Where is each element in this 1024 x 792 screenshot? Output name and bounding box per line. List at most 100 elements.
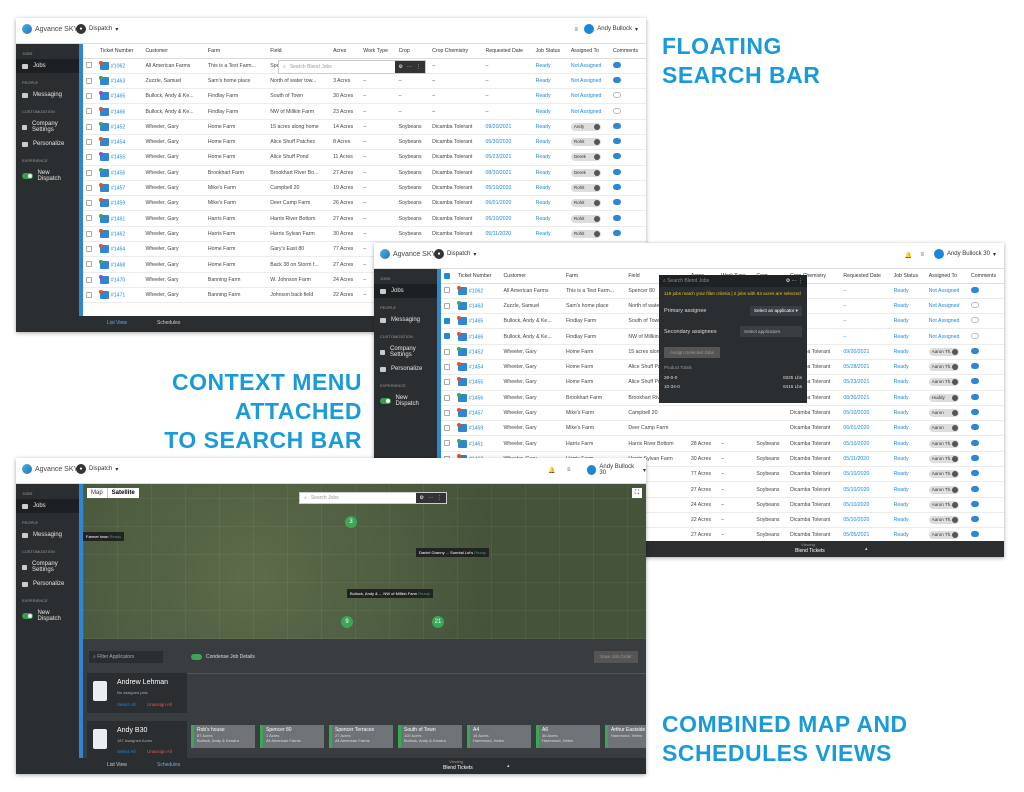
comment-icon[interactable] bbox=[971, 409, 980, 416]
row-checkbox-cell[interactable] bbox=[83, 149, 97, 166]
column-header[interactable]: Customer bbox=[142, 44, 205, 59]
list-view-tab[interactable]: List View bbox=[107, 320, 127, 326]
comment-icon[interactable] bbox=[971, 301, 980, 308]
table-row[interactable]: #1452 Wheeler, Gary Home Farm 15 acres alon… bbox=[83, 119, 646, 135]
new-dispatch-toggle[interactable]: New Dispatch bbox=[16, 606, 79, 626]
user-menu[interactable]: Andy Bullock 30 ▾ bbox=[587, 464, 646, 476]
comment-icon[interactable] bbox=[613, 153, 622, 160]
comment-icon[interactable] bbox=[971, 439, 980, 446]
row-checkbox-cell[interactable] bbox=[83, 180, 97, 197]
table-row[interactable]: #1462 Wheeler, Gary Harris Farm Harris Sylv… bbox=[83, 226, 646, 243]
row-checkbox-cell[interactable] bbox=[83, 88, 97, 105]
assignee-pill[interactable]: Aaron Th... bbox=[928, 500, 959, 509]
chevron-up-icon[interactable]: ▴ bbox=[507, 763, 510, 769]
row-checkbox-cell[interactable] bbox=[441, 405, 455, 422]
map-job-label[interactable]: Farmer town Ready bbox=[83, 532, 125, 541]
ticket-link[interactable]: #1464 bbox=[111, 247, 125, 253]
ticket-link[interactable]: #1455 bbox=[469, 380, 483, 386]
assigned-to[interactable]: Not Assigned bbox=[929, 318, 960, 324]
tab-satellite[interactable]: Satellite bbox=[106, 488, 139, 498]
comments-cell[interactable] bbox=[610, 119, 646, 135]
row-checkbox-cell[interactable] bbox=[83, 241, 97, 258]
checkbox[interactable] bbox=[444, 425, 450, 432]
ticket-link[interactable]: #1463 bbox=[111, 78, 125, 84]
ticket-link[interactable]: #1468 bbox=[111, 262, 125, 268]
assignee-pill[interactable]: Rohit bbox=[570, 214, 601, 223]
comments-cell[interactable] bbox=[968, 497, 1004, 513]
column-header[interactable]: Requested Date bbox=[840, 269, 891, 284]
menu-icon[interactable]: ≡ bbox=[920, 252, 924, 258]
checkbox[interactable] bbox=[86, 184, 92, 191]
assignee-pill[interactable]: Aaron bbox=[928, 424, 959, 433]
primary-assignee-select[interactable]: Select an applicator ▾ bbox=[750, 306, 802, 316]
row-checkbox-cell[interactable] bbox=[83, 195, 97, 212]
ticket-link[interactable]: #1470 bbox=[111, 277, 125, 283]
comment-icon[interactable] bbox=[971, 317, 980, 324]
table-row[interactable]: #1454 Wheeler, Gary Home Farm Alice Shuff P… bbox=[83, 134, 646, 151]
comment-icon[interactable] bbox=[971, 286, 980, 293]
checkbox[interactable] bbox=[86, 230, 92, 237]
comments-cell[interactable] bbox=[968, 435, 1004, 452]
table-row[interactable]: #1465 Bullock, Andy & Ke... Findlay Farm So… bbox=[83, 88, 646, 105]
map-cluster[interactable]: 3 bbox=[345, 516, 357, 528]
row-checkbox-cell[interactable] bbox=[441, 298, 455, 315]
ticket-link[interactable]: #1454 bbox=[111, 140, 125, 146]
ticket-link[interactable]: #1463 bbox=[469, 303, 483, 309]
list-view-tab[interactable]: List View bbox=[107, 762, 127, 768]
assignee-pill[interactable]: Rohit bbox=[570, 184, 601, 193]
comments-cell[interactable] bbox=[968, 359, 1004, 376]
gear-icon[interactable]: ⚙ bbox=[420, 495, 424, 501]
column-header[interactable]: Crop bbox=[395, 44, 430, 59]
assigned-to[interactable]: Not Assigned bbox=[571, 93, 602, 99]
checkbox[interactable] bbox=[444, 318, 450, 325]
row-checkbox-cell[interactable] bbox=[83, 256, 97, 273]
context-search-bar[interactable]: ⌕ Search Blend Jobs ⚙ ⋯ ⋮ bbox=[659, 275, 807, 287]
user-menu[interactable]: Andy Bullock ▾ bbox=[584, 24, 638, 34]
assignee-pill[interactable]: Aaron Th... bbox=[928, 516, 959, 525]
comment-icon[interactable] bbox=[613, 138, 622, 145]
ticket-link[interactable]: #1459 bbox=[111, 201, 125, 207]
comments-cell[interactable] bbox=[968, 374, 1004, 391]
assignee-pill[interactable]: Derek bbox=[570, 168, 601, 177]
comments-cell[interactable] bbox=[610, 210, 646, 227]
comments-cell[interactable] bbox=[610, 149, 646, 166]
assignee-pill[interactable]: Aaron Th... bbox=[928, 439, 959, 448]
assignee-pill[interactable]: Aaron Th... bbox=[928, 378, 959, 387]
table-row[interactable]: #1457 Wheeler, Gary Mike's Farm Campbell 20… bbox=[83, 180, 646, 197]
column-header[interactable]: Assigned To bbox=[925, 269, 969, 284]
table-row[interactable]: #1466 Bullock, Andy & Ke... Findlay Farm NW… bbox=[83, 103, 646, 120]
column-header[interactable]: Comments bbox=[968, 269, 1004, 284]
ticket-link[interactable]: #1457 bbox=[469, 410, 483, 416]
checkbox[interactable] bbox=[444, 333, 450, 340]
comment-icon[interactable] bbox=[613, 122, 622, 129]
table-row[interactable]: #1461 Wheeler, Gary Harris Farm Harris Rive… bbox=[83, 210, 646, 227]
column-header[interactable]: Requested Date bbox=[482, 44, 533, 59]
ticket-link[interactable]: #1461 bbox=[469, 441, 483, 447]
comment-icon[interactable] bbox=[971, 454, 980, 461]
menu-icon[interactable]: ≡ bbox=[574, 27, 578, 33]
assigned-to[interactable]: Not Assigned bbox=[571, 63, 602, 69]
comments-cell[interactable] bbox=[610, 73, 646, 90]
sidebar-item-messaging[interactable]: Messaging bbox=[16, 528, 79, 542]
comment-icon[interactable] bbox=[971, 531, 980, 538]
sidebar-item-messaging[interactable]: Messaging bbox=[374, 313, 437, 327]
column-header[interactable]: Job Status bbox=[532, 44, 568, 59]
select-all-header[interactable] bbox=[441, 269, 455, 284]
comments-cell[interactable] bbox=[968, 466, 1004, 483]
context-search-input[interactable]: Search Blend Jobs bbox=[667, 278, 786, 284]
secondary-assignees-select[interactable]: Select applicators bbox=[740, 326, 802, 337]
checkbox[interactable] bbox=[444, 348, 450, 355]
comments-cell[interactable] bbox=[610, 103, 646, 120]
assignee-pill[interactable]: Andy bbox=[570, 122, 601, 131]
checkbox[interactable] bbox=[86, 261, 92, 268]
assignee-pill[interactable]: Aaron Th... bbox=[928, 531, 959, 540]
comments-cell[interactable] bbox=[968, 405, 1004, 422]
comments-cell[interactable] bbox=[968, 481, 1004, 498]
row-checkbox-cell[interactable] bbox=[441, 328, 455, 345]
schedules-tab[interactable]: Schedules bbox=[157, 320, 180, 326]
assigned-to[interactable]: Not Assigned bbox=[929, 288, 960, 294]
checkbox[interactable] bbox=[444, 272, 450, 279]
assignee-pill[interactable]: Aaron Th... bbox=[928, 454, 959, 463]
ticket-link[interactable]: #1457 bbox=[111, 185, 125, 191]
comments-cell[interactable] bbox=[610, 88, 646, 105]
